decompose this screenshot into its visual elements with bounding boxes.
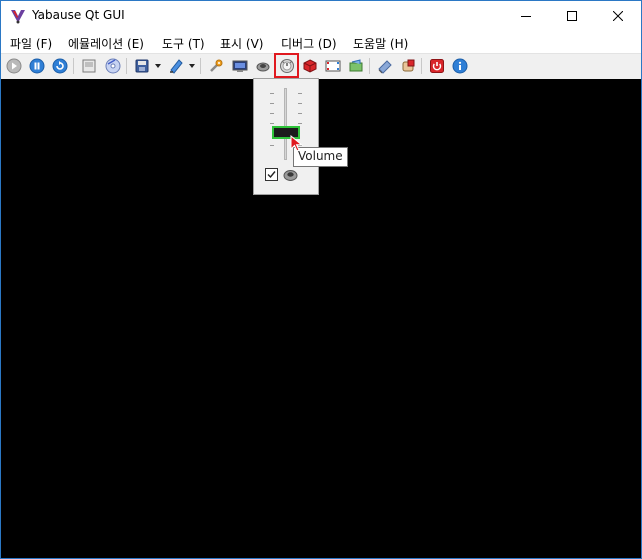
save-state-icon: [135, 59, 149, 73]
maximize-button[interactable]: [549, 1, 595, 31]
load-state-button[interactable]: [167, 57, 185, 75]
minimize-button[interactable]: [503, 1, 549, 31]
maximize-icon: [567, 11, 577, 21]
minimize-icon: [521, 16, 531, 17]
close-button[interactable]: [595, 1, 641, 31]
wrench-icon: [210, 59, 223, 72]
open-iso-button[interactable]: [80, 57, 98, 75]
checkmark-icon: [267, 171, 276, 179]
slider-tick: [270, 123, 274, 124]
slider-tick: [298, 103, 302, 104]
toolbar-separator: [421, 58, 422, 74]
mouse-cursor-icon: [290, 135, 303, 152]
hand-icon: [402, 59, 415, 72]
slider-tick: [298, 93, 302, 94]
open-cd-icon: [105, 58, 121, 74]
app-window: Yabause Qt GUI 파일 (F) 에뮬레이션 (E) 도구 (T) 표…: [0, 0, 642, 559]
film-icon: [325, 60, 341, 72]
menu-help[interactable]: 도움말 (H): [353, 35, 408, 52]
mute-checkbox[interactable]: [265, 168, 278, 181]
menu-debug[interactable]: 디버그 (D): [281, 35, 337, 52]
memory-editor-button[interactable]: [376, 57, 394, 75]
menu-bar: 파일 (F) 에뮬레이션 (E) 도구 (T) 표시 (V) 디버그 (D) 도…: [1, 31, 641, 53]
toolbar: [1, 53, 641, 79]
transfer-button[interactable]: [347, 57, 365, 75]
speaker-icon: [256, 62, 270, 72]
window-title: Yabause Qt GUI: [32, 8, 125, 22]
title-bar[interactable]: Yabause Qt GUI: [1, 1, 641, 31]
slider-tick: [270, 103, 274, 104]
play-icon: [6, 58, 22, 74]
settings-button[interactable]: [207, 57, 225, 75]
toolbar-separator: [73, 58, 74, 74]
cheat-cube-icon: [303, 59, 317, 73]
transfer-icon: [349, 59, 363, 72]
screenshot-button[interactable]: [231, 57, 249, 75]
menu-view[interactable]: 표시 (V): [220, 35, 263, 52]
load-state-dropdown-icon[interactable]: [189, 64, 195, 68]
close-icon: [613, 11, 623, 21]
menu-emulation[interactable]: 에뮬레이션 (E): [68, 35, 144, 52]
slider-tick: [298, 123, 302, 124]
open-cd-button[interactable]: [104, 57, 122, 75]
volume-popup: [253, 78, 319, 195]
reset-icon: [52, 58, 68, 74]
volume-slider-track[interactable]: [284, 88, 287, 160]
menu-file[interactable]: 파일 (F): [10, 35, 52, 52]
toolbar-separator: [126, 58, 127, 74]
speaker-icon: [283, 170, 298, 181]
cheats-button[interactable]: [301, 57, 319, 75]
power-button[interactable]: [428, 57, 446, 75]
info-icon: [452, 58, 468, 74]
frame-skip-button[interactable]: [254, 57, 272, 75]
save-state-dropdown-icon[interactable]: [155, 64, 161, 68]
load-state-icon: [170, 59, 183, 74]
active-tool-highlight: [274, 53, 299, 78]
slider-tick: [270, 93, 274, 94]
slider-tick: [270, 113, 274, 114]
slider-tick: [298, 113, 302, 114]
monitor-icon: [232, 60, 248, 72]
yabause-logo-icon: [11, 10, 25, 24]
reset-button[interactable]: [51, 57, 69, 75]
toolbar-separator: [369, 58, 370, 74]
play-button[interactable]: [5, 57, 23, 75]
toolbar-separator: [200, 58, 201, 74]
save-state-button[interactable]: [133, 57, 151, 75]
menu-tools[interactable]: 도구 (T): [162, 35, 205, 52]
open-iso-icon: [82, 59, 96, 73]
chip-icon: [378, 60, 392, 74]
cheat-search-button[interactable]: [399, 57, 417, 75]
about-button[interactable]: [451, 57, 469, 75]
fullscreen-button[interactable]: [324, 57, 342, 75]
pause-button[interactable]: [28, 57, 46, 75]
power-icon: [430, 59, 444, 73]
slider-tick: [270, 145, 274, 146]
pause-icon: [29, 58, 45, 74]
